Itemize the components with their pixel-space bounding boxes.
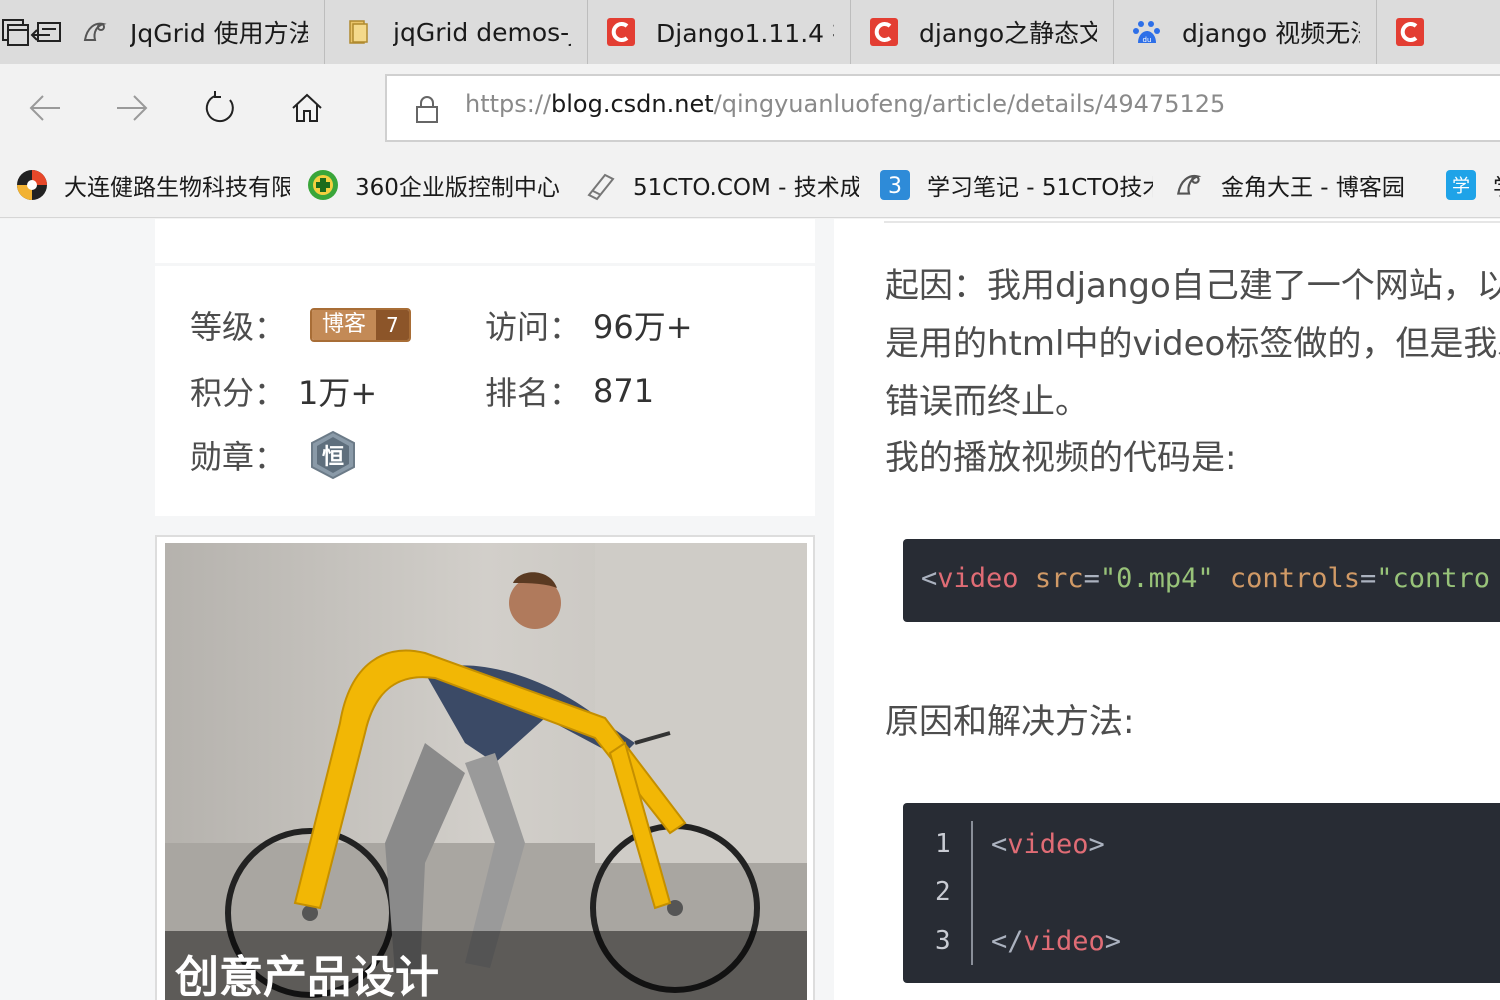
forward-button[interactable] — [106, 82, 158, 134]
set-aside-icon — [30, 22, 61, 42]
csdn-icon — [606, 17, 636, 47]
code-line: </video> — [991, 926, 1122, 957]
svg-text:du: du — [1143, 36, 1152, 44]
favorite-label: 金角大王 - 博客园 — [1221, 174, 1405, 201]
article-paragraph: 错误而终止。 — [885, 382, 1089, 422]
visits-stat: 访问： 96万+ — [485, 302, 693, 348]
cnblogs-icon — [80, 17, 110, 47]
forward-arrow-icon — [117, 95, 148, 121]
navigation-bar: https://blog.csdn.net/qingyuanluofeng/ar… — [0, 64, 1500, 152]
tab-strip: JqGrid 使用方法 jqGrid demos-jqGrid Django1.… — [0, 0, 1500, 64]
51cto-icon — [585, 169, 617, 201]
csdn-icon — [1395, 17, 1425, 47]
refresh-icon — [205, 91, 234, 123]
rank-stat: 排名： 871 — [485, 368, 654, 414]
code-block[interactable]: <video src="0.mp4" controls="contro — [903, 539, 1500, 622]
tab-title: JqGrid 使用方法 — [130, 19, 308, 48]
folder-icon — [343, 17, 373, 47]
home-button[interactable] — [281, 82, 333, 134]
svg-text:3: 3 — [888, 174, 902, 199]
address-bar[interactable]: https://blog.csdn.net/qingyuanluofeng/ar… — [385, 74, 1500, 142]
code-block-numbered[interactable]: 1 2 3 <video> </video> — [903, 803, 1500, 983]
profile-card-top — [155, 219, 815, 263]
favorite-label: 学 — [1493, 168, 1500, 202]
medal-label: 勋章： — [190, 438, 287, 476]
360-icon — [307, 169, 339, 201]
51cto-blue-icon: 3 — [879, 169, 911, 201]
tab-title: django 视频无法播放 — [1182, 19, 1360, 48]
tab-1[interactable]: JqGrid 使用方法 — [62, 0, 325, 64]
set-tabs-aside-button[interactable] — [30, 0, 62, 64]
rank-value: 871 — [593, 372, 655, 410]
level-stat: 等级： 博客 7 — [190, 302, 411, 348]
favorite-item[interactable]: 51CTO.COM - 技术成长 — [585, 168, 863, 202]
code-line: <video src="0.mp4" controls="contro — [921, 563, 1491, 594]
baidu-icon: du — [1132, 17, 1162, 47]
tab-title: Django1.11.4 在 — [656, 19, 834, 48]
favorite-label: 学习笔记 - 51CTO技术 — [927, 174, 1153, 201]
back-button[interactable] — [19, 82, 71, 134]
favorite-label: 大连健路生物科技有限 — [64, 174, 290, 201]
points-value: 1万+ — [298, 374, 378, 412]
page-content: 等级： 博客 7 访问： 96万+ 积分： 1万+ 排名： 871 勋章： 恒 — [0, 219, 1500, 1000]
line-number: 3 — [935, 926, 951, 956]
ad-caption-text: 创意产品设计 — [175, 952, 439, 1000]
divider — [884, 221, 1500, 223]
csdn-icon — [869, 17, 899, 47]
tabs-overview-icon — [2, 19, 29, 46]
favorite-item[interactable]: 大连健路生物科技有限 — [16, 168, 291, 202]
article-paragraph: 我的播放视频的代码是: — [885, 438, 1237, 478]
favorite-item[interactable]: 3 学习笔记 - 51CTO技术 — [879, 168, 1157, 202]
tab-6[interactable] — [1377, 0, 1500, 64]
line-number: 2 — [935, 877, 951, 907]
code-line: <video> — [991, 829, 1105, 860]
points-label: 积分： — [190, 374, 287, 412]
points-stat: 积分： 1万+ — [190, 368, 377, 414]
visits-label: 访问： — [485, 308, 582, 346]
ad-banner[interactable]: 创意产品设计 — [155, 535, 815, 1000]
rank-label: 排名： — [485, 374, 582, 412]
cnblogs-icon — [1173, 169, 1205, 201]
favorites-bar: 大连健路生物科技有限 360企业版控制中心 51CTO.COM - 技术成长 3… — [0, 152, 1500, 218]
tab-4[interactable]: django之静态文件 — [851, 0, 1114, 64]
article-heading: 原因和解决方法: — [885, 702, 1135, 742]
medal-badge[interactable]: 恒 — [310, 430, 356, 480]
study-icon: 学 — [1445, 169, 1477, 201]
refresh-button[interactable] — [194, 82, 246, 134]
svg-text:学: 学 — [1452, 176, 1470, 197]
tab-list-button[interactable] — [0, 0, 30, 64]
blog-level-badge[interactable]: 博客 7 — [310, 308, 411, 342]
favorite-label: 51CTO.COM - 技术成长 — [633, 174, 859, 201]
globe-icon — [16, 169, 48, 201]
lock-icon — [415, 94, 439, 128]
ad-caption-overlay: 创意产品设计 — [165, 931, 807, 1000]
tab-2[interactable]: jqGrid demos-jqGrid — [325, 0, 588, 64]
article-paragraph: 起因：我用django自己建了一个网站，以 — [885, 266, 1500, 306]
url-text: https://blog.csdn.net/qingyuanluofeng/ar… — [465, 90, 1226, 118]
article-paragraph: 是用的html中的video标签做的，但是我发 — [885, 324, 1500, 364]
home-icon — [292, 93, 322, 122]
ad-image: 创意产品设计 — [165, 543, 807, 1000]
tab-title: jqGrid demos-jqGrid — [393, 17, 571, 47]
line-number-gutter — [971, 821, 973, 965]
tab-5[interactable]: du django 视频无法播放 — [1114, 0, 1377, 64]
favorite-item[interactable]: 360企业版控制中心 — [307, 168, 569, 202]
favorite-item[interactable]: 金角大王 - 博客园 — [1173, 168, 1429, 202]
medal-stat: 勋章： 恒 — [190, 430, 356, 480]
article-body: 起因：我用django自己建了一个网站，以 是用的html中的video标签做的… — [834, 219, 1500, 1000]
level-label: 等级： — [190, 308, 287, 346]
line-number: 1 — [935, 829, 951, 859]
favorite-item[interactable]: 学 学 — [1445, 168, 1500, 202]
tab-3[interactable]: Django1.11.4 在 — [588, 0, 851, 64]
profile-stats-card: 等级： 博客 7 访问： 96万+ 积分： 1万+ 排名： 871 勋章： 恒 — [155, 266, 815, 516]
favorite-label: 360企业版控制中心 — [355, 174, 560, 201]
back-arrow-icon — [29, 95, 60, 121]
tab-title: django之静态文件 — [919, 19, 1097, 48]
visits-value: 96万+ — [593, 308, 693, 346]
